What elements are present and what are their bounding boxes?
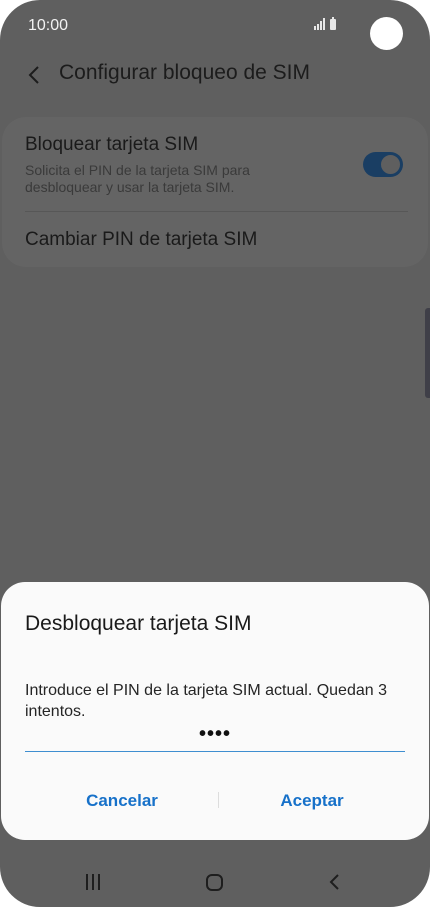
pin-input[interactable]: •••• bbox=[25, 721, 405, 752]
recent-apps-icon[interactable] bbox=[86, 874, 100, 890]
page-title: Configurar bloqueo de SIM bbox=[59, 61, 310, 84]
lock-sim-toggle[interactable] bbox=[363, 152, 403, 177]
status-icons bbox=[314, 17, 336, 30]
battery-icon bbox=[330, 17, 336, 30]
accept-button[interactable]: Aceptar bbox=[252, 786, 372, 816]
toggle-knob bbox=[379, 153, 402, 176]
cancel-button[interactable]: Cancelar bbox=[62, 786, 182, 816]
lock-sim-description: Solicita el PIN de la tarjeta SIM para d… bbox=[25, 162, 250, 195]
change-pin-item[interactable]: Cambiar PIN de tarjeta SIM bbox=[25, 229, 257, 251]
edge-panel-handle[interactable] bbox=[425, 308, 430, 398]
divider bbox=[25, 211, 408, 212]
front-camera bbox=[370, 17, 403, 50]
back-button[interactable] bbox=[22, 60, 46, 90]
status-time: 10:00 bbox=[28, 17, 69, 34]
phone-screen: 10:00 Configurar bloqueo de SIM Bloquear… bbox=[0, 0, 430, 907]
button-separator bbox=[218, 792, 219, 808]
dialog-message: Introduce el PIN de la tarjeta SIM actua… bbox=[25, 682, 387, 720]
chevron-left-icon bbox=[28, 66, 39, 84]
dialog-title: Desbloquear tarjeta SIM bbox=[25, 612, 252, 635]
back-icon[interactable] bbox=[328, 872, 340, 897]
signal-icon bbox=[314, 18, 325, 30]
lock-sim-title[interactable]: Bloquear tarjeta SIM bbox=[25, 134, 198, 156]
home-icon[interactable] bbox=[206, 874, 223, 891]
